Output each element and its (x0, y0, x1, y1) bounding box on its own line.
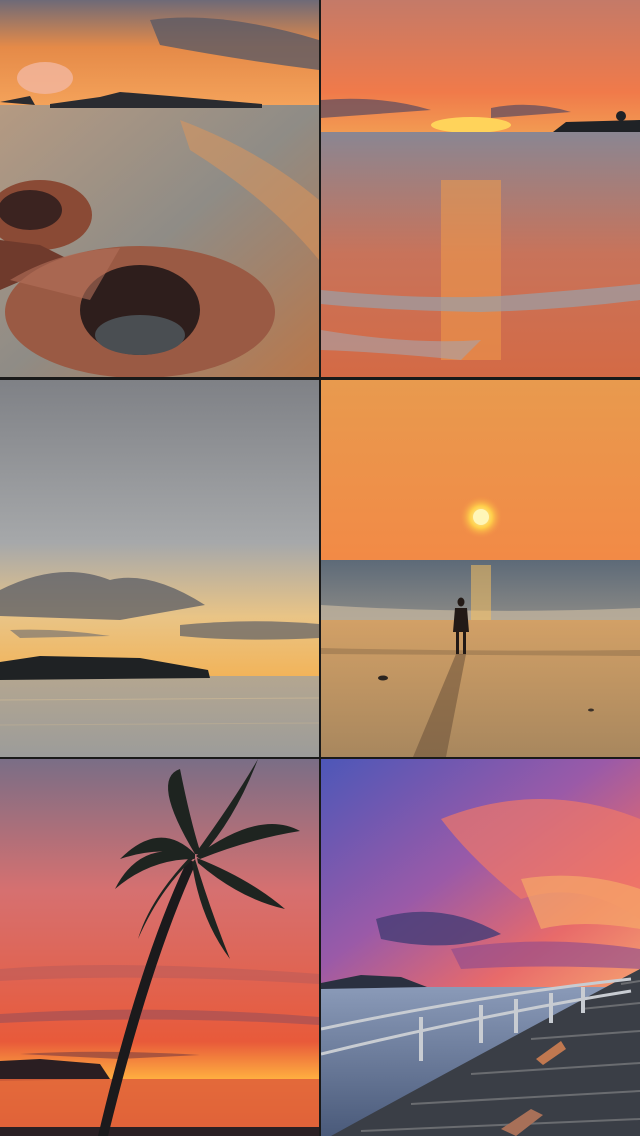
photo-sunset-waves[interactable] (321, 0, 640, 377)
photo-dusk-island[interactable] (0, 380, 319, 757)
photo-beach-silhouette[interactable] (321, 380, 640, 757)
photo-pier-pink-sky[interactable] (321, 759, 640, 1136)
photo-palm-tree-sunset[interactable] (0, 759, 319, 1136)
photo-collage (0, 0, 640, 1136)
photo-concrete-rings-sunset[interactable] (0, 0, 319, 377)
